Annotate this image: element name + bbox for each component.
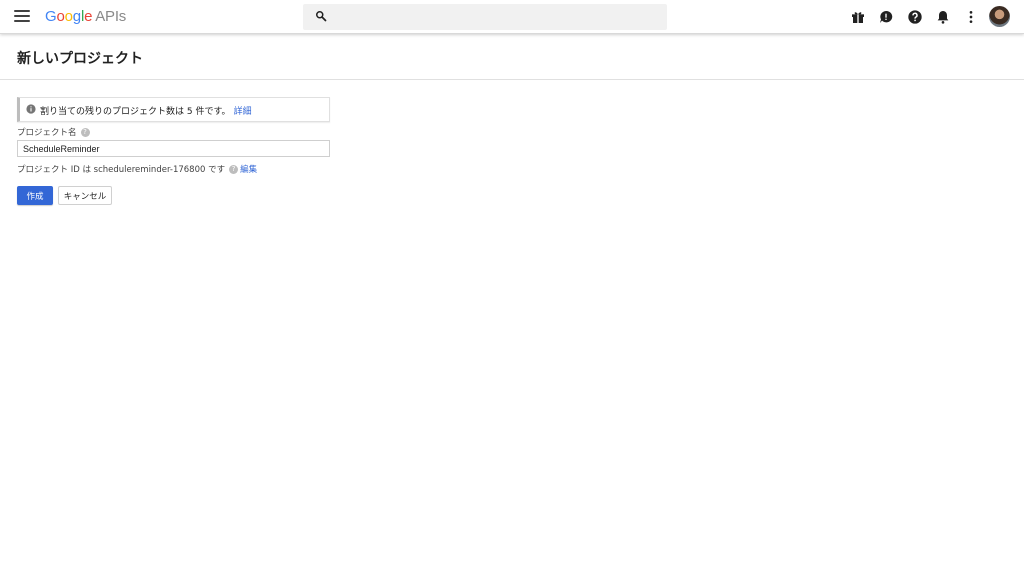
help-icon[interactable]: ? — [80, 128, 90, 137]
project-name-input[interactable] — [17, 140, 330, 157]
logo-apis-text: APIs — [95, 8, 127, 25]
notifications-icon[interactable] — [935, 9, 951, 25]
project-id-text: プロジェクト ID は schedulereminder-176800 です — [17, 165, 226, 175]
page-header: 新しいプロジェクト — [0, 35, 1024, 80]
search-bar[interactable] — [303, 4, 667, 30]
google-apis-logo[interactable]: Google APIs — [45, 8, 126, 25]
quota-info-text: 割り当ての残りのプロジェクト数は 5 件です。 — [40, 107, 231, 117]
account-avatar[interactable] — [989, 6, 1010, 27]
create-button[interactable]: 作成 — [17, 186, 53, 205]
edit-project-id-link[interactable]: 編集 — [240, 165, 257, 175]
project-id-help-icon[interactable]: ? — [229, 165, 239, 174]
details-link[interactable]: 詳細 — [234, 107, 252, 117]
info-icon — [26, 104, 36, 114]
quota-info-bar: 割り当ての残りのプロジェクト数は 5 件です。 詳細 — [17, 97, 330, 122]
project-id-line: プロジェクト ID は schedulereminder-176800 です? 編… — [17, 163, 257, 175]
help-icon[interactable] — [907, 9, 923, 25]
search-icon — [316, 11, 327, 22]
more-vert-icon[interactable] — [963, 9, 979, 25]
page-title: 新しいプロジェクト — [17, 51, 143, 67]
top-app-bar: Google APIs — [0, 0, 1024, 34]
quota-info-text-wrapper: 割り当ての残りのプロジェクト数は 5 件です。 詳細 — [40, 104, 252, 117]
feedback-icon[interactable] — [878, 9, 894, 25]
project-name-label-text: プロジェクト名 — [17, 128, 77, 138]
cancel-button[interactable]: キャンセル — [58, 186, 112, 205]
project-name-label: プロジェクト名? — [17, 126, 90, 138]
gift-icon[interactable] — [850, 9, 866, 25]
hamburger-menu-icon[interactable] — [14, 10, 30, 24]
search-input[interactable] — [335, 7, 655, 27]
